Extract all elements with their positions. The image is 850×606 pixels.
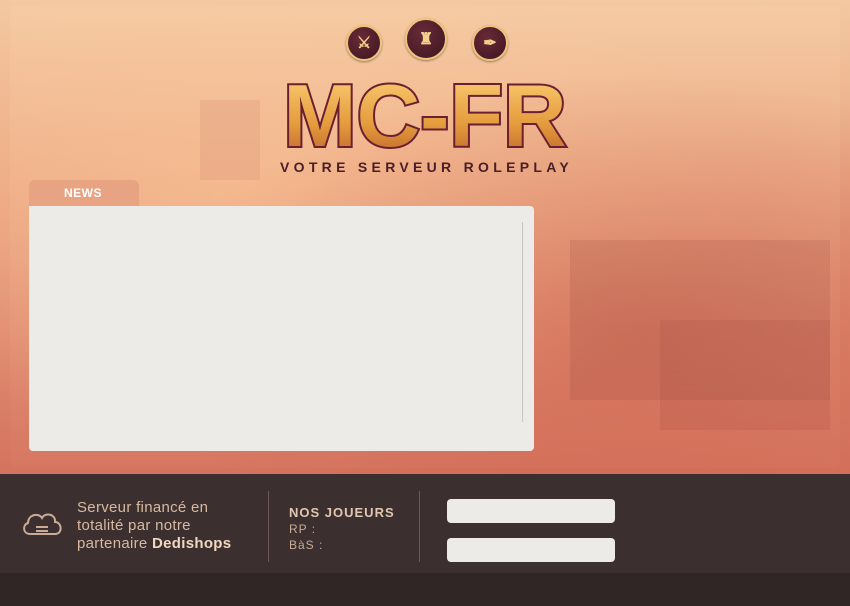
news-panel	[29, 206, 534, 451]
logo-wordmark: MC-FR	[281, 64, 568, 158]
logo-text: MC-FR	[283, 66, 566, 158]
footer-divider	[419, 491, 420, 562]
sponsor-text: Serveur financé en totalité par notre pa…	[77, 499, 257, 553]
input-field-2[interactable]	[447, 538, 615, 562]
players-rp: RP :	[289, 522, 317, 536]
site-logo[interactable]: ⚔ ♜ ✒ MC-FR VOTRE SERVEUR ROLEPLAY	[272, 18, 578, 178]
footer-divider	[268, 491, 269, 562]
sponsor-prefix: partenaire	[77, 535, 153, 552]
news-scrollbar[interactable]	[522, 222, 523, 422]
scenery-block	[200, 100, 260, 180]
sponsor-link[interactable]: Dedishops	[152, 535, 231, 552]
footer-bottom-bar	[0, 573, 850, 606]
sword-icon: ⚔	[346, 25, 382, 61]
players-title: NOS JOUEURS	[289, 505, 395, 520]
cloud-server-icon	[23, 513, 62, 535]
tab-news[interactable]: NEWS	[29, 180, 139, 206]
tab-news-label: NEWS	[64, 186, 102, 200]
input-field-1[interactable]	[447, 499, 615, 523]
sponsor-line-1: Serveur financé en	[77, 499, 209, 516]
sponsor-line-2: totalité par notre	[77, 517, 191, 534]
tower-icon: ♜	[405, 18, 447, 60]
players-bas: BàS :	[289, 538, 324, 552]
scenery-block	[660, 320, 830, 430]
sponsor-line-3: partenaire Dedishops	[77, 535, 257, 553]
logo-tagline: VOTRE SERVEUR ROLEPLAY	[280, 159, 573, 175]
quill-icon: ✒	[472, 25, 508, 61]
footer: Serveur financé en totalité par notre pa…	[0, 474, 850, 573]
